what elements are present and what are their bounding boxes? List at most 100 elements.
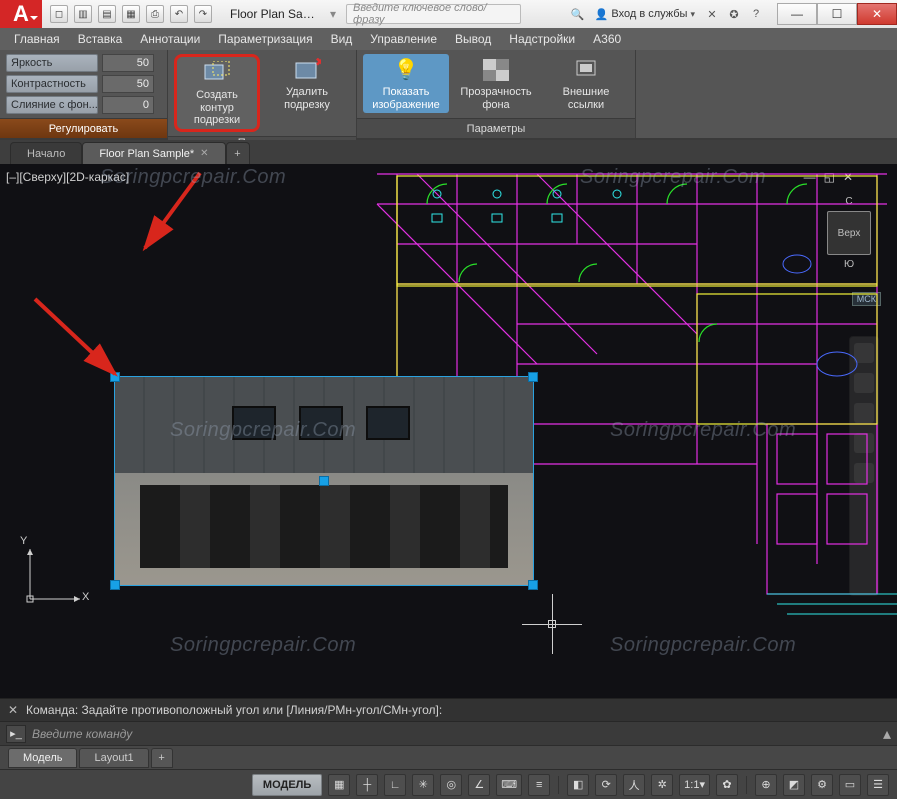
quick-access-toolbar: ◻ ▥ ▤ ▦ ⎙ ↶ ↷: [42, 5, 220, 23]
close-button[interactable]: ✕: [857, 3, 897, 25]
minimize-button[interactable]: —: [777, 3, 817, 25]
help-icon[interactable]: ?: [747, 5, 765, 23]
qat-redo-icon[interactable]: ↷: [194, 5, 212, 23]
grip-bottom-left[interactable]: [110, 580, 120, 590]
grid-toggle[interactable]: ▦: [328, 774, 350, 796]
inserted-image[interactable]: [114, 376, 534, 586]
cycling-toggle[interactable]: ⟳: [595, 774, 617, 796]
lwt-toggle[interactable]: ≡: [528, 774, 550, 796]
anno-auto-toggle[interactable]: ✲: [651, 774, 673, 796]
xref-button[interactable]: Внешние ссылки: [543, 54, 629, 113]
layout-tab-new[interactable]: +: [151, 748, 173, 768]
grip-center[interactable]: [319, 476, 329, 486]
tab-output[interactable]: Вывод: [447, 30, 499, 48]
ribbon-tabs: Главная Вставка Аннотации Параметризация…: [0, 28, 897, 50]
annotation-arrow: [130, 164, 220, 358]
layout-tab-model[interactable]: Модель: [8, 748, 77, 768]
isolate-toggle[interactable]: ◩: [783, 774, 805, 796]
wall-art-icon: [366, 406, 410, 440]
tab-addins[interactable]: Надстройки: [501, 30, 583, 48]
cleanscreen-toggle[interactable]: ▭: [839, 774, 861, 796]
anno-scale[interactable]: 1:1 ▾: [679, 774, 710, 796]
customize-status[interactable]: ☰: [867, 774, 889, 796]
doc-tab-floorplan[interactable]: Floor Plan Sample* ✕: [82, 142, 225, 164]
brightness-button[interactable]: Яркость: [6, 54, 98, 72]
document-tabs: Начало Floor Plan Sample* ✕ +: [0, 140, 897, 164]
qat-saveas-icon[interactable]: ▦: [122, 5, 140, 23]
snap-toggle[interactable]: ┼: [356, 774, 378, 796]
grip-top-left[interactable]: [110, 372, 120, 382]
layout-tab-layout1[interactable]: Layout1: [79, 748, 148, 768]
ucs-y-label: Y: [20, 535, 27, 547]
brightness-value[interactable]: 50: [102, 54, 154, 72]
watermark: Soringpcrepair.Com: [610, 419, 796, 442]
doc-tab-start[interactable]: Начало: [10, 142, 82, 164]
bg-transparency-button[interactable]: Прозрачность фона: [453, 54, 539, 113]
transparency-toggle[interactable]: ◧: [567, 774, 589, 796]
command-prompt-icon[interactable]: ▸_: [6, 725, 26, 743]
sign-in-button[interactable]: 👤 Вход в службы: [591, 8, 699, 21]
dyn-toggle[interactable]: ⌨: [496, 774, 522, 796]
ortho-toggle[interactable]: ∟: [384, 774, 406, 796]
tab-home[interactable]: Главная: [6, 30, 68, 48]
tab-annotate[interactable]: Аннотации: [132, 30, 208, 48]
maximize-button[interactable]: ☐: [817, 3, 857, 25]
exchange-icon[interactable]: ✕: [703, 5, 721, 23]
tab-view[interactable]: Вид: [323, 30, 361, 48]
qat-undo-icon[interactable]: ↶: [170, 5, 188, 23]
watermark: Soringpcrepair.Com: [170, 419, 356, 442]
infocenter-search[interactable]: Введите ключевое слово/фразу: [346, 4, 521, 24]
grip-top-right[interactable]: [528, 372, 538, 382]
create-clip-icon: [202, 59, 232, 87]
fade-button[interactable]: Слияние с фон...: [6, 96, 98, 114]
delete-clip-icon: ✖: [292, 56, 322, 84]
ucs-icon[interactable]: X Y: [20, 539, 90, 612]
contrast-button[interactable]: Контрастность: [6, 75, 98, 93]
app-window: A ◻ ▥ ▤ ▦ ⎙ ↶ ↷ Floor Plan Sample* ▾ Вве…: [0, 0, 897, 799]
otrack-toggle[interactable]: ∠: [468, 774, 490, 796]
annotation-monitor[interactable]: ⊕: [755, 774, 777, 796]
qat-open-icon[interactable]: ▥: [74, 5, 92, 23]
watermark: Soringpcrepair.Com: [580, 166, 766, 189]
qat-save-icon[interactable]: ▤: [98, 5, 116, 23]
watermark: Soringpcrepair.Com: [170, 634, 356, 657]
create-clip-button[interactable]: Создать контур подрезки: [174, 54, 260, 132]
command-line: ✕ Команда: Задайте противоположный угол …: [0, 698, 897, 745]
layout-tabs: Модель Layout1 +: [0, 745, 897, 769]
tab-a360[interactable]: A360: [585, 30, 629, 48]
contrast-value[interactable]: 50: [102, 75, 154, 93]
tab-parametric[interactable]: Параметризация: [210, 30, 320, 48]
tab-manage[interactable]: Управление: [362, 30, 445, 48]
fade-value[interactable]: 0: [102, 96, 154, 114]
qat-new-icon[interactable]: ◻: [50, 5, 68, 23]
hardware-accel[interactable]: ⚙: [811, 774, 833, 796]
search-submit-icon[interactable]: 🔍: [569, 5, 587, 23]
grip-bottom-right[interactable]: [528, 580, 538, 590]
doc-tab-new[interactable]: +: [226, 142, 250, 164]
app-menu-button[interactable]: A: [0, 0, 42, 28]
close-icon[interactable]: ✕: [200, 148, 208, 159]
show-image-label: Показать изображение: [365, 86, 447, 111]
panel-clip: Создать контур подрезки ✖ Удалить подрез…: [168, 50, 357, 138]
cmdline-menu-icon[interactable]: ▴: [883, 724, 891, 744]
watermark: Soringpcrepair.Com: [100, 166, 286, 189]
show-image-button[interactable]: 💡 Показать изображение: [363, 54, 449, 113]
panel-adjust-title: Регулировать: [0, 118, 167, 138]
qat-print-icon[interactable]: ⎙: [146, 5, 164, 23]
polar-toggle[interactable]: ✳: [412, 774, 434, 796]
doc-tab-start-label: Начало: [27, 148, 65, 160]
xref-label: Внешние ссылки: [545, 86, 627, 111]
cmdline-close-icon[interactable]: ✕: [6, 703, 20, 717]
modelspace-toggle[interactable]: МОДЕЛЬ: [252, 774, 322, 796]
tab-insert[interactable]: Вставка: [70, 30, 131, 48]
panel-options-title: Параметры: [357, 118, 635, 138]
anno-toggle[interactable]: 人: [623, 774, 645, 796]
command-input[interactable]: Введите команду: [32, 727, 877, 741]
delete-clip-button[interactable]: ✖ Удалить подрезку: [264, 54, 350, 113]
ribbon: Яркость 50 Контрастность 50 Слияние с фо…: [0, 50, 897, 140]
drawing-canvas[interactable]: [–][Сверху][2D-каркас] — ◱ ✕ С Верх Ю МС…: [0, 164, 897, 698]
status-bar: МОДЕЛЬ ▦ ┼ ∟ ✳ ◎ ∠ ⌨ ≡ ◧ ⟳ 人 ✲ 1:1 ▾ ✿ ⊕…: [0, 769, 897, 799]
workspace-switch[interactable]: ✿: [716, 774, 738, 796]
stayconnected-icon[interactable]: ✪: [725, 5, 743, 23]
osnap-toggle[interactable]: ◎: [440, 774, 462, 796]
